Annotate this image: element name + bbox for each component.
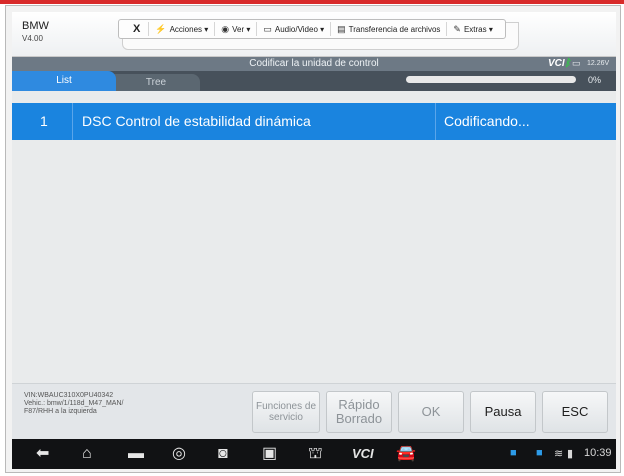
toolbar-extras-menu[interactable]: ✎ Extras ▾ (447, 22, 498, 36)
remote-toolbar: X ⚡ Acciones ▾ ◉ Ver ▾ ▭ Audio/Video ▾ ▤… (118, 19, 506, 39)
ok-button[interactable]: OK (398, 391, 464, 433)
esc-button[interactable]: ESC (542, 391, 608, 433)
row-status: Codificando... (444, 113, 530, 129)
app-notification-icon: ■ (536, 447, 543, 459)
row-divider (435, 103, 436, 140)
notification-icon: ■ (510, 447, 517, 459)
toolbar-audio-video-label: Audio/Video ▾ (274, 24, 325, 34)
camera-icon[interactable]: ◙ (218, 445, 228, 463)
quick-erase-button[interactable]: Rápido Borrado (326, 391, 392, 433)
vin-line: VIN:WBAUC310X0PU40342 (24, 392, 114, 399)
app-version: V4.00 (22, 34, 43, 43)
lightning-icon: ⚡ (155, 23, 167, 34)
app-name: BMW (22, 20, 49, 32)
row-module-name: DSC Control de estabilidad dinámica (82, 113, 311, 129)
voltage-readout: 12.26V (587, 60, 610, 67)
service-functions-button[interactable]: Funciones de servicio (252, 391, 320, 433)
monitor-icon: ▭ (263, 23, 272, 34)
maxisys-home-icon[interactable]: ⛫ (308, 445, 323, 463)
toolbar-audio-video-menu[interactable]: ▭ Audio/Video ▾ (257, 22, 332, 36)
battery-icon: ▭ (572, 58, 581, 68)
toolbar-file-transfer-label: Transferencia de archivos (348, 24, 441, 34)
clock: 10:39 (584, 447, 612, 459)
battery-status-icon: ▮ (567, 448, 574, 460)
home-icon[interactable]: ⌂ (82, 445, 92, 463)
progress-label: 0% (588, 75, 602, 85)
vci-icon[interactable]: VCI (352, 445, 374, 463)
back-icon[interactable]: ⬅ (36, 445, 49, 463)
toolbar-actions-menu[interactable]: ⚡ Acciones ▾ (149, 22, 216, 36)
toolbar-view-menu[interactable]: ◉ Ver ▾ (215, 22, 258, 36)
screen: BMW V4.00 X ⚡ Acciones ▾ ◉ Ver ▾ ▭ Audio… (0, 0, 624, 476)
browser-icon[interactable]: ◎ (172, 445, 186, 463)
page-title: Codificar la unidad de control (249, 58, 379, 69)
tab-list[interactable]: List (12, 71, 116, 91)
toolbar-close-button[interactable]: X (125, 22, 150, 36)
vehicle-line: Vehic.: bmw/1/118d_M47_MAN/ (24, 400, 124, 407)
tab-bar: Tree List 0% (12, 71, 616, 91)
footer-bar: VIN:WBAUC310X0PU40342 Vehic.: bmw/1/118d… (12, 383, 616, 439)
brand: BMW V4.00 (22, 20, 49, 45)
vci-indicator: VCIᛒ (548, 58, 571, 69)
eye-icon: ◉ (221, 23, 230, 34)
screenshot-icon[interactable]: ▣ (262, 445, 277, 463)
bluetooth-icon: ᛒ (564, 58, 571, 69)
vehicle-variant-line: F87/RHH a la izquierda (24, 408, 97, 415)
tab-tree[interactable]: Tree (112, 74, 200, 91)
file-icon: ▤ (337, 23, 346, 34)
android-nav-bar: ⬅ ⌂ ▬ ◎ ◙ ▣ ⛫ VCI 🚘 ■ ■ ≋ ▮ 10:39 (12, 439, 616, 469)
wifi-icon: ≋ (554, 448, 564, 460)
row-number: 1 (40, 113, 48, 129)
car-icon[interactable]: 🚘 (396, 445, 416, 463)
list-item[interactable]: 1 DSC Control de estabilidad dinámica Co… (12, 103, 616, 140)
toolbar-extras-label: Extras ▾ (463, 24, 493, 34)
toolbar-file-transfer-button[interactable]: ▤ Transferencia de archivos (331, 22, 448, 36)
recent-apps-icon[interactable]: ▬ (128, 445, 144, 463)
wand-icon: ✎ (453, 23, 461, 34)
toolbar-view-label: Ver ▾ (232, 24, 251, 34)
progress-bar (406, 76, 576, 83)
status-bar: Codificar la unidad de control VCIᛒ ▭ 12… (12, 57, 616, 71)
row-divider (72, 103, 73, 140)
vci-label: VCI (548, 58, 565, 69)
top-accent-line (0, 0, 624, 4)
toolbar-actions-label: Acciones ▾ (169, 24, 209, 34)
vehicle-info: VIN:WBAUC310X0PU40342 Vehic.: bmw/1/118d… (24, 392, 123, 416)
pause-button[interactable]: Pausa (470, 391, 536, 433)
module-list: 1 DSC Control de estabilidad dinámica Co… (12, 91, 616, 383)
